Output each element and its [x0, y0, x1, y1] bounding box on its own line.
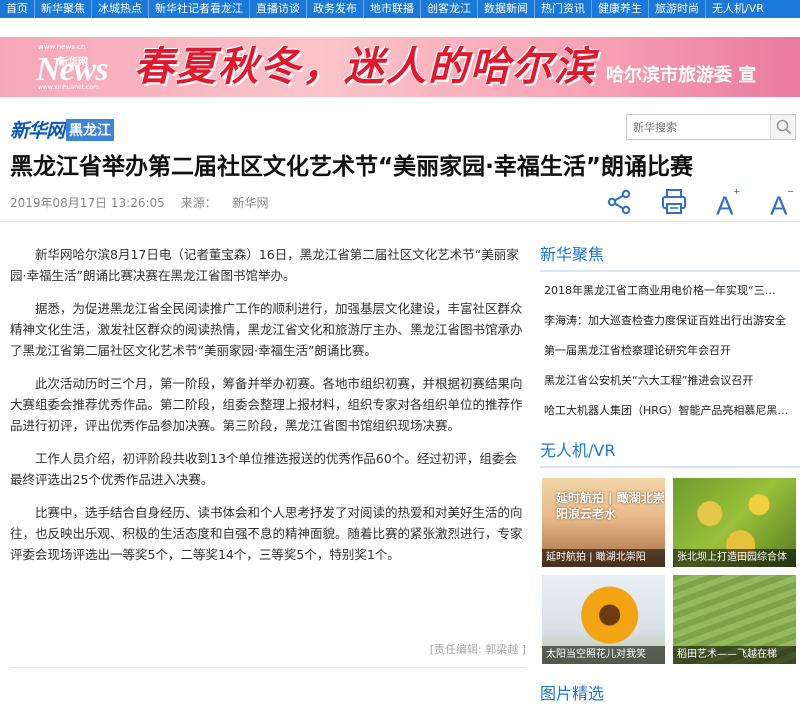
font-decrease-button[interactable]: A− [766, 186, 798, 221]
nav-drone[interactable]: 无人机/VR [706, 0, 770, 18]
search-button[interactable] [770, 115, 795, 139]
printer-icon [662, 189, 686, 214]
card-caption: 延时航拍 | 瞰湖北崇阳 [542, 549, 665, 567]
focus-section-title[interactable]: 新华聚焦 [540, 240, 800, 272]
nav-hotinfo[interactable]: 热门资讯 [535, 0, 592, 18]
nav-gov[interactable]: 政务发布 [307, 0, 364, 18]
article-paragraph: 比赛中，选手结合自身经历、读书体会和个人思考抒发了对阅读的热爱和对美好生活的向往… [10, 505, 523, 562]
nav-hot[interactable]: 冰城热点 [92, 0, 149, 18]
focus-news-item[interactable]: 黑龙江省公安机关“六大工程”推进会议召开 [540, 366, 800, 396]
card-overlay-text: 延时航拍 | 瞰湖北崇阳浪云老水 [556, 491, 665, 521]
photo-section-title[interactable]: 图片精选 [540, 680, 604, 704]
site-logo-main: 新华网 [10, 120, 65, 142]
article-paragraph: 工作人员介绍，初评阶段共收到13个单位推选报送的优秀作品60个。经过初评，组委会… [10, 451, 517, 487]
search-icon [776, 119, 792, 135]
nav-focus[interactable]: 新华聚焦 [35, 0, 92, 18]
plus-icon: + [733, 186, 740, 198]
article-tools: A+ A− [604, 186, 800, 221]
site-logo-region: 黑龙江 [66, 118, 115, 141]
nav-health[interactable]: 健康养生 [592, 0, 649, 18]
nav-travel[interactable]: 旅游时尚 [649, 0, 706, 18]
vr-card[interactable]: 太阳当空照花儿对我笑 [542, 575, 665, 664]
article-body: 新华网哈尔滨8月17日电（记者董宝森）16日，黑龙江省第二届社区文化艺术节“美丽… [10, 244, 526, 577]
banner-slogan: 春夏秋冬，迷人的哈尔滨 [134, 44, 596, 90]
vr-photo-grid: 延时航拍 | 瞰湖北崇阳浪云老水 延时航拍 | 瞰湖北崇阳 张北坝上打造田园综合… [542, 478, 800, 664]
focus-news-item[interactable]: 2018年黑龙江省工商业用电价格一年实现“三… [540, 276, 800, 306]
responsible-editor: [责任编辑: 郭梁越 ] [429, 643, 526, 656]
focus-news-list: 2018年黑龙江省工商业用电价格一年实现“三… 李海涛：加大巡查检查力度保证百姓… [540, 276, 800, 426]
card-caption: 稻田艺术——飞越在梯 [673, 646, 796, 664]
article-paragraph: 此次活动历时三个月，第一阶段，筹备并举办初赛。各地市组织初赛，并根据初赛结果向大… [10, 376, 523, 433]
nav-reporters[interactable]: 新华社记者看龙江 [149, 0, 250, 18]
nav-cities[interactable]: 地市联播 [364, 0, 421, 18]
vr-card[interactable]: 稻田艺术——飞越在梯 [673, 575, 796, 664]
nav-home[interactable]: 首页 [0, 0, 35, 18]
search-box [626, 114, 796, 140]
nav-data[interactable]: 数据新闻 [478, 0, 535, 18]
article-meta: 2019年08月17日 13:26:05 来源： 新华网 [10, 194, 280, 211]
search-input[interactable] [627, 115, 771, 139]
vr-section-title[interactable]: 无人机/VR [540, 436, 800, 468]
article-paragraph: 新华网哈尔滨8月17日电（记者董宝森）16日，黑龙江省第二届社区文化艺术节“美丽… [10, 247, 519, 283]
nav-live[interactable]: 直播访谈 [250, 0, 307, 18]
site-logo[interactable]: 新华网 黑龙江 [10, 116, 115, 143]
focus-news-item[interactable]: 第一届黑龙江省检察理论研究年会召开 [540, 336, 800, 366]
source-label: 来源： [180, 196, 217, 210]
card-caption: 张北坝上打造田园综合体 [673, 549, 796, 567]
focus-news-item[interactable]: 哈工大机器人集团（HRG）智能产品亮相慕尼黑… [540, 396, 800, 426]
vr-card[interactable]: 张北坝上打造田园综合体 [673, 478, 796, 567]
share-icon [607, 189, 631, 215]
xinhua-news-logo: www.news.cn News 新华网 www.xinhuanet.com [36, 43, 109, 91]
article-title: 黑龙江省举办第二届社区文化艺术节“美丽家园·幸福生活”朗诵比赛 [10, 154, 693, 180]
top-nav: 首页 新华聚焦 冰城热点 新华社记者看龙江 直播访谈 政务发布 地市联播 创客龙… [0, 0, 800, 18]
article-source: 新华网 [232, 196, 269, 210]
sidebar: 新华聚焦 2018年黑龙江省工商业用电价格一年实现“三… 李海涛：加大巡查检查力… [540, 240, 800, 703]
header-divider [0, 221, 800, 222]
card-caption: 太阳当空照花儿对我笑 [542, 646, 665, 664]
vr-card[interactable]: 延时航拍 | 瞰湖北崇阳浪云老水 延时航拍 | 瞰湖北崇阳 [542, 478, 665, 567]
share-button[interactable] [604, 186, 636, 218]
article-date: 2019年08月17日 13:26:05 [10, 196, 165, 210]
nav-maker[interactable]: 创客龙江 [421, 0, 478, 18]
print-button[interactable] [658, 186, 690, 218]
banner-ad[interactable]: www.news.cn News 新华网 www.xinhuanet.com 春… [0, 37, 800, 97]
article-divider [10, 667, 526, 668]
article-paragraph: 据悉，为促进黑龙江省全民阅读推广工作的顺利进行，加强基层文化建设，丰富社区群众精… [10, 301, 523, 358]
focus-news-item[interactable]: 李海涛：加大巡查检查力度保证百姓出行出游安全 [540, 306, 800, 336]
minus-icon: − [787, 186, 794, 198]
font-increase-button[interactable]: A+ [712, 186, 744, 221]
banner-credit: 哈尔滨市旅游委 宣 [606, 65, 757, 86]
